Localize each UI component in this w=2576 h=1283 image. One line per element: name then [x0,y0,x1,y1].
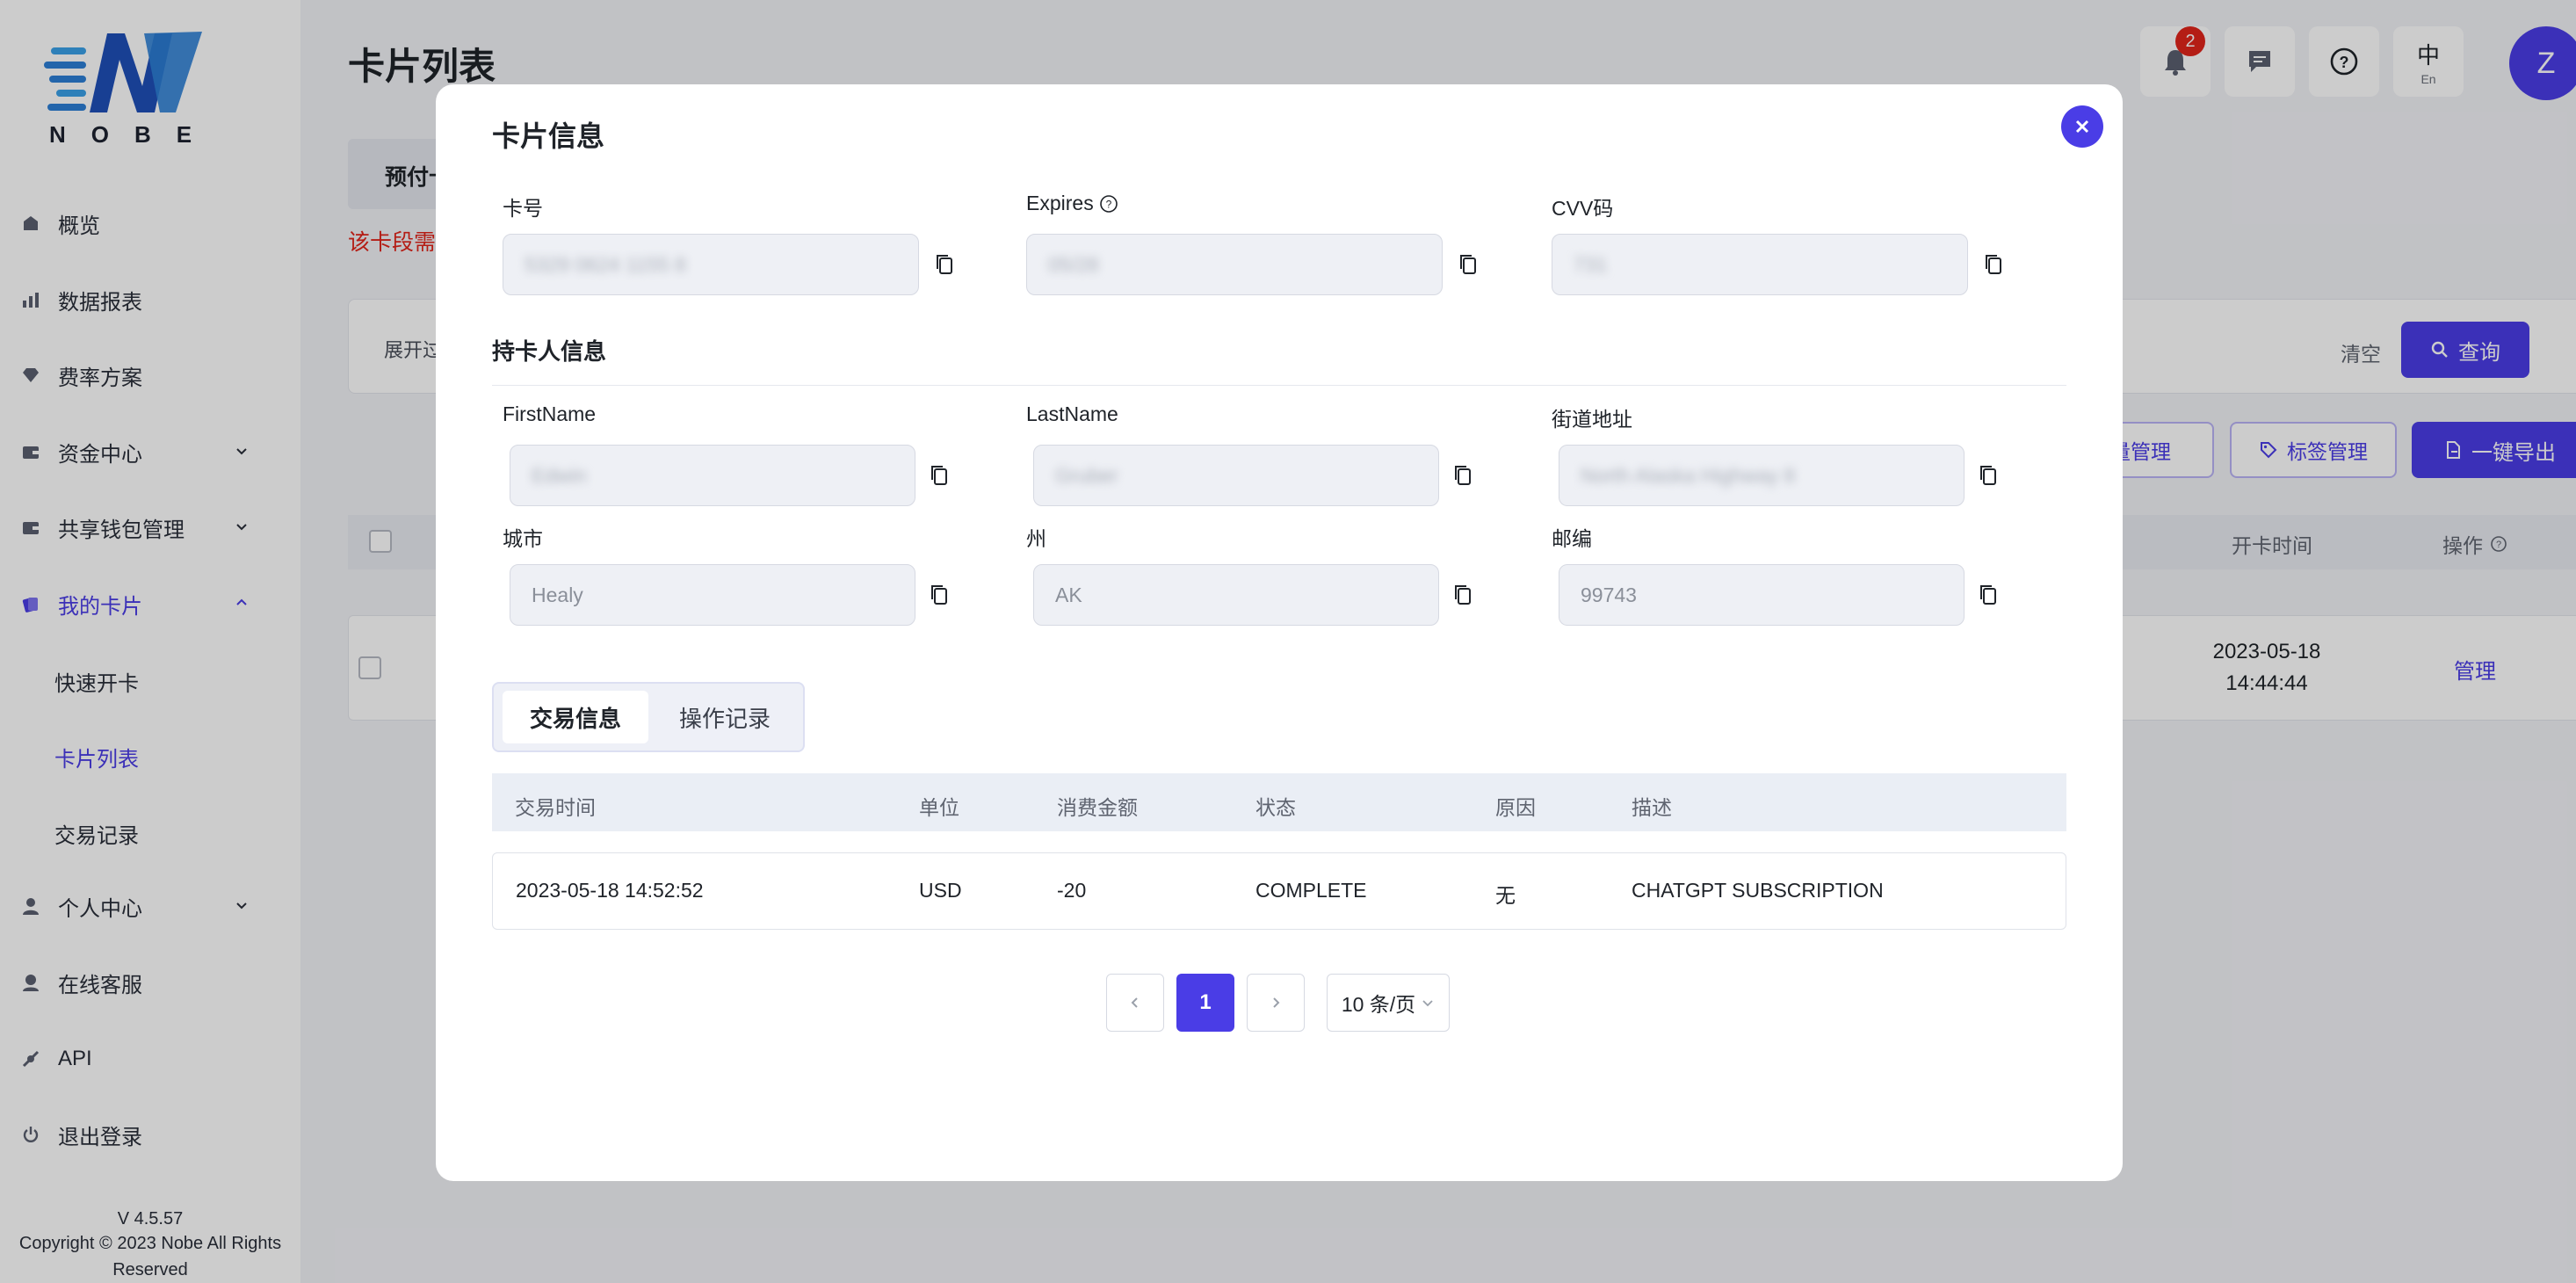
tx-time: 2023-05-18 14:52:52 [516,879,704,902]
last-name-value: Gruber [1055,463,1118,487]
column-header-reason: 原因 [1495,796,1536,819]
copy-icon[interactable] [1453,584,1473,606]
tab-operation-log[interactable]: 操作记录 [652,691,798,743]
first-name-label-text: FirstName [503,402,597,425]
tx-amount: -20 [1057,879,1087,902]
card-number-field[interactable]: 5329 0624 1155 8 [503,234,919,295]
tab-transactions[interactable]: 交易信息 [503,691,648,743]
city-field[interactable]: Healy [510,564,915,626]
first-name-value: Edwin [532,463,587,487]
zip-label-text: 邮编 [1552,527,1592,550]
expires-field[interactable]: 05/28 [1026,234,1443,295]
tx-description: CHATGPT SUBSCRIPTION [1632,879,1884,902]
expires-label-text: Expires [1026,192,1094,214]
cvv-field[interactable]: 731 [1552,234,1968,295]
tx-reason: 无 [1495,884,1516,907]
cardholder-section-title: 持卡人信息 [492,338,607,365]
chevron-down-icon [1422,1000,1433,1007]
state-field[interactable]: AK [1033,564,1439,626]
last-name-label: LastName [1026,402,1118,426]
zip-value: 99743 [1581,583,1637,606]
copy-icon[interactable] [930,464,949,487]
tx-unit: USD [919,879,962,902]
page-size-select[interactable]: 10 条/页 [1327,974,1450,1032]
copy-icon[interactable] [1979,584,1998,606]
page-button[interactable]: 1 [1176,974,1234,1032]
help-icon[interactable]: ? [1099,194,1118,214]
zip-label: 邮编 [1552,522,1592,552]
last-name-label-text: LastName [1026,402,1118,425]
chevron-left-icon [1131,997,1138,1008]
page-size-value: 10 条/页 [1341,993,1416,1016]
state-value: AK [1055,583,1082,606]
column-header-time: 交易时间 [515,796,596,819]
cvv-label: CVV码 [1552,192,1613,221]
modal-tabs: 交易信息 操作记录 [492,682,805,752]
section-divider [492,385,2066,386]
card-number-label-text: 卡号 [503,197,543,220]
tx-status: COMPLETE [1255,879,1367,902]
city-value: Healy [532,583,583,606]
copy-icon[interactable] [1453,464,1473,487]
modal-title: 卡片信息 [492,120,605,152]
state-label: 州 [1026,522,1046,552]
street-address-label: 街道地址 [1552,402,1632,432]
svg-text:?: ? [1105,198,1111,210]
card-info-modal: 卡片信息 卡号 5329 0624 1155 8 Expires ? 05/28… [436,84,2123,1181]
prev-page-button[interactable] [1106,974,1164,1032]
card-number-label: 卡号 [503,192,543,221]
close-button[interactable] [2061,105,2103,148]
street-address-value: North Alaska Highway 8 [1581,463,1796,487]
street-address-label-text: 街道地址 [1552,408,1632,431]
zip-field[interactable]: 99743 [1559,564,1965,626]
column-header-description: 描述 [1632,796,1672,819]
expires-value: 05/28 [1048,252,1099,276]
city-label-text: 城市 [503,527,543,550]
column-header-unit: 单位 [919,796,959,819]
copy-icon[interactable] [1979,464,1998,487]
expires-label: Expires ? [1026,192,1118,215]
card-number-value: 5329 0624 1155 8 [525,252,686,276]
state-label-text: 州 [1026,527,1046,550]
column-header-status: 状态 [1255,796,1296,819]
last-name-field[interactable]: Gruber [1033,445,1439,506]
copy-icon[interactable] [1984,253,2003,276]
chevron-right-icon [1273,997,1280,1008]
copy-icon[interactable] [930,584,949,606]
close-icon [2075,120,2089,134]
copy-icon[interactable] [935,253,954,276]
first-name-field[interactable]: Edwin [510,445,915,506]
column-header-amount: 消费金额 [1057,796,1138,819]
next-page-button[interactable] [1247,974,1305,1032]
copy-icon[interactable] [1458,253,1478,276]
street-address-field[interactable]: North Alaska Highway 8 [1559,445,1965,506]
city-label: 城市 [503,522,543,552]
cvv-value: 731 [1574,252,1608,276]
cvv-label-text: CVV码 [1552,197,1614,220]
first-name-label: FirstName [503,402,596,426]
